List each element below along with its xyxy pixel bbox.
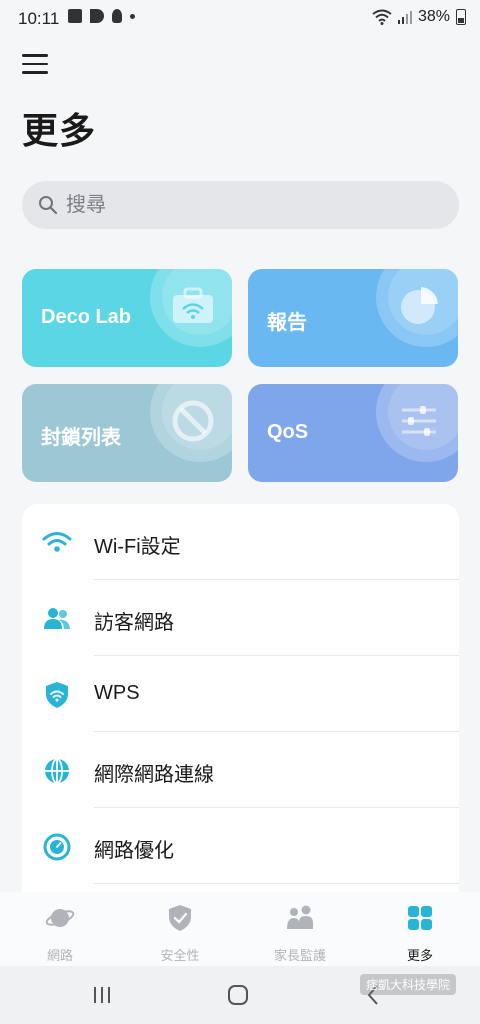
block-icon <box>172 400 214 442</box>
signal-icon <box>397 11 412 24</box>
nav-label: 安全性 <box>160 948 200 963</box>
tile-label: 封鎖列表 <box>41 427 121 449</box>
wifi-status-icon <box>372 9 392 25</box>
briefcase-wifi-icon <box>173 287 213 323</box>
search-icon <box>39 196 58 215</box>
nav-label: 更多 <box>406 948 433 963</box>
app-notification-icon <box>90 9 104 23</box>
notification-icons <box>68 9 135 23</box>
bulb-notification-icon <box>112 9 122 23</box>
list-item-label: 網際網路連線 <box>94 764 214 786</box>
globe-icon <box>45 758 69 784</box>
list-item-label: 訪客網路 <box>94 612 174 634</box>
recent-apps-icon[interactable] <box>90 983 114 1007</box>
planet-icon <box>45 909 75 927</box>
tile-deco-lab[interactable]: Deco Lab <box>22 269 232 367</box>
watermark: 痞凱大科技學院 <box>359 974 456 995</box>
grid-icon <box>408 906 432 930</box>
tile-reports[interactable]: 報告 <box>248 269 458 367</box>
list-item-wifi-settings[interactable]: Wi-Fi設定 <box>22 504 459 580</box>
optimize-icon <box>43 833 71 861</box>
nav-tab-more[interactable]: 更多 <box>360 892 480 966</box>
home-icon[interactable] <box>226 983 250 1007</box>
hamburger-menu-icon[interactable] <box>22 54 48 76</box>
list-item-label: 網路優化 <box>94 840 174 862</box>
tile-block-list[interactable]: 封鎖列表 <box>22 384 232 482</box>
battery-percent: 38% <box>417 8 450 25</box>
bottom-navigation: 網路 安全性 家長監護 更多 <box>0 892 480 966</box>
tile-label: QoS <box>267 421 309 443</box>
list-item-network-optimization[interactable]: 網路優化 <box>22 808 459 884</box>
guests-icon <box>44 608 70 629</box>
tile-label: 報告 <box>267 312 307 334</box>
battery-icon <box>456 9 466 25</box>
settings-list: Wi-Fi設定 訪客網路 WPS 網際網路連線 網路優化 <box>22 504 459 904</box>
wps-shield-icon <box>46 682 68 708</box>
tile-label: Deco Lab <box>41 306 132 328</box>
status-right: 38% <box>372 8 466 26</box>
sliders-icon <box>402 406 436 436</box>
more-notifications-icon <box>130 13 135 19</box>
pie-chart-icon <box>401 287 438 324</box>
family-icon <box>287 905 313 929</box>
status-time: 10:11 <box>18 9 60 28</box>
shield-check-icon <box>169 905 191 931</box>
search-bar[interactable] <box>22 181 459 229</box>
nav-tab-parental-controls[interactable]: 家長監護 <box>240 892 360 966</box>
nav-label: 網路 <box>46 948 73 963</box>
list-item-guest-network[interactable]: 訪客網路 <box>22 580 459 656</box>
list-item-wps[interactable]: WPS <box>22 656 459 732</box>
nav-tab-network[interactable]: 網路 <box>0 892 120 966</box>
list-item-internet-connection[interactable]: 網際網路連線 <box>22 732 459 808</box>
search-input[interactable] <box>64 192 428 218</box>
tile-qos[interactable]: QoS <box>248 384 458 482</box>
nav-tab-security[interactable]: 安全性 <box>120 892 240 966</box>
status-bar: 10:11 38% <box>0 0 480 36</box>
list-item-label: Wi-Fi設定 <box>94 536 181 558</box>
page-title: 更多 <box>22 110 97 151</box>
gallery-notification-icon <box>68 9 82 23</box>
wifi-icon <box>42 532 72 552</box>
divider <box>94 883 459 884</box>
list-item-label: WPS <box>94 682 140 704</box>
nav-label: 家長監護 <box>273 948 326 963</box>
